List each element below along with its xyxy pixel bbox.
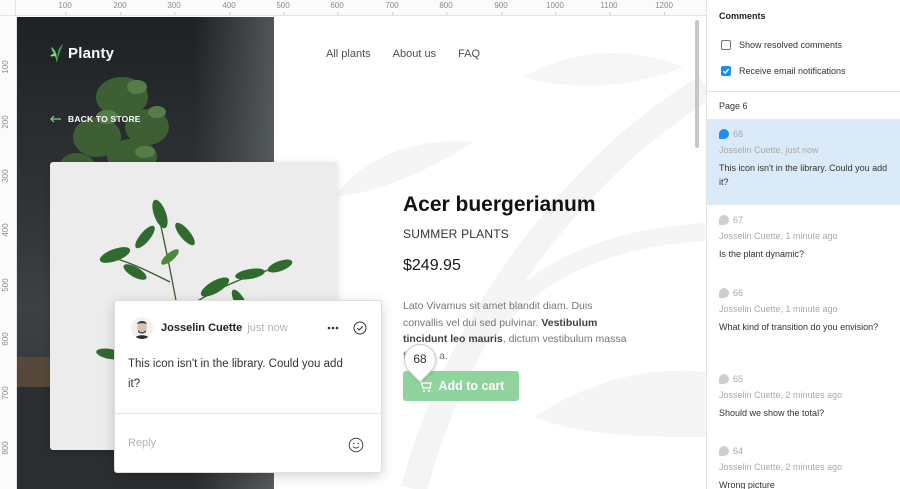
product-price: $249.95: [403, 257, 461, 274]
ruler-tick: 200: [1, 115, 10, 129]
comment-bubble-icon: [719, 374, 729, 384]
comment-meta: Josselin Cuette, 1 minute ago: [719, 231, 838, 241]
comment-number: 66: [733, 288, 744, 298]
comment-list-item[interactable]: 65 Josselin Cuette, 2 minutes ago Should…: [707, 364, 900, 421]
comment-text: Should we show the total?: [719, 408, 825, 418]
ruler-tick: 100: [1, 60, 10, 74]
ruler-tick: 800: [1, 441, 10, 455]
ruler-tick: 100: [58, 1, 72, 15]
canvas-scrollbar[interactable]: [695, 20, 699, 148]
comment-meta: Josselin Cuette, 1 minute ago: [719, 304, 838, 314]
comment-meta: Josselin Cuette, 2 minutes ago: [719, 390, 843, 400]
comment-list-item[interactable]: 66 Josselin Cuette, 1 minute ago What ki…: [707, 278, 900, 335]
divider: [115, 413, 381, 414]
comment-bubble-icon: [719, 288, 729, 298]
resolve-check-icon[interactable]: [353, 321, 367, 335]
comment-text: Is the plant dynamic?: [719, 249, 805, 259]
arrow-left-icon: [50, 115, 61, 123]
emoji-button[interactable]: [348, 437, 364, 458]
product-description: Lato Vivamus sit amet blandit diam. Duis…: [403, 298, 635, 364]
ruler-tick: 600: [330, 1, 344, 15]
back-to-store-label: BACK TO STORE: [68, 114, 141, 124]
nav-about-us[interactable]: About us: [393, 48, 436, 60]
comment-number: 67: [733, 215, 744, 225]
smiley-icon: [348, 437, 364, 453]
show-resolved-label: Show resolved comments: [739, 40, 843, 50]
nav-all-plants[interactable]: All plants: [326, 48, 371, 60]
ruler-tick: 300: [167, 1, 181, 15]
email-notifications-label: Receive email notifications: [739, 66, 846, 76]
ruler-tick: 1100: [600, 1, 618, 15]
divider: [707, 91, 900, 92]
checkmark-icon: [722, 68, 730, 75]
reply-input[interactable]: Reply: [128, 437, 156, 449]
comment-number: 65: [733, 374, 744, 384]
show-resolved-toggle[interactable]: Show resolved comments: [721, 40, 842, 50]
comment-meta: Josselin Cuette, just now: [719, 145, 819, 155]
checkbox-checked[interactable]: [721, 66, 731, 76]
avatar: [131, 317, 153, 339]
ruler-tick: 500: [276, 1, 290, 15]
ruler-corner: [0, 0, 16, 16]
comment-number: 68: [733, 129, 744, 139]
brand-name: Planty: [68, 44, 115, 62]
ruler-tick: 300: [1, 169, 10, 183]
ruler-tick: 700: [1, 386, 10, 400]
page-group-label: Page 6: [719, 101, 748, 111]
product-title: Acer buergerianum: [403, 193, 596, 216]
comment-text: What kind of transition do you envision?: [719, 322, 879, 332]
ruler-tick: 500: [1, 278, 10, 292]
more-options-icon[interactable]: [327, 326, 339, 330]
comment-list-item[interactable]: 67 Josselin Cuette, 1 minute ago Is the …: [707, 205, 900, 262]
comments-panel: Comments Show resolved comments Receive …: [706, 0, 900, 489]
leaf-logo-icon: [50, 44, 63, 63]
design-canvas[interactable]: Planty BACK TO STORE All plants About us…: [17, 17, 706, 489]
checkbox-unchecked[interactable]: [721, 40, 731, 50]
vertical-ruler: 100 200 300 400 500 600 700 800: [0, 16, 17, 489]
top-navigation: All plants About us FAQ: [326, 48, 480, 60]
comment-popup: Josselin Cuette just now This icon isn't…: [114, 300, 382, 473]
comment-meta: Josselin Cuette, 2 minutes ago: [719, 462, 843, 472]
panel-title: Comments: [719, 11, 766, 21]
ruler-tick: 1200: [655, 1, 673, 15]
back-to-store-link[interactable]: BACK TO STORE: [50, 114, 141, 124]
ruler-tick: 600: [1, 332, 10, 346]
comment-bubble-icon: [719, 215, 729, 225]
brand-logo[interactable]: Planty: [50, 42, 114, 64]
ruler-tick: 400: [1, 223, 10, 237]
comment-bubble-icon: [719, 446, 729, 456]
comment-time: just now: [247, 322, 288, 334]
ruler-tick: 1000: [546, 1, 564, 15]
comment-text: This icon isn't in the library. Could yo…: [128, 358, 343, 390]
ruler-tick: 200: [113, 1, 127, 15]
comment-text: This icon isn't in the library. Could yo…: [719, 163, 888, 187]
ruler-tick: 800: [439, 1, 453, 15]
comment-pin-number[interactable]: 68: [404, 352, 436, 366]
ruler-tick: 400: [222, 1, 236, 15]
comment-list-item[interactable]: 68 Josselin Cuette, just now This icon i…: [707, 119, 900, 205]
comment-bubble-icon: [719, 129, 729, 139]
comment-text: Wrong picture: [719, 480, 775, 489]
comment-list-item[interactable]: 64 Josselin Cuette, 2 minutes ago Wrong …: [707, 436, 900, 489]
comment-number: 64: [733, 446, 744, 456]
product-subtitle: SUMMER PLANTS: [403, 227, 509, 241]
ruler-tick: 700: [385, 1, 399, 15]
comment-author: Josselin Cuette: [161, 322, 243, 334]
ruler-tick: 900: [494, 1, 508, 15]
horizontal-ruler: 100 200 300 400 500 600 700 800 900 1000…: [0, 0, 706, 16]
nav-faq[interactable]: FAQ: [458, 48, 480, 60]
email-notifications-toggle[interactable]: Receive email notifications: [721, 66, 846, 76]
user-portrait-icon: [134, 321, 150, 339]
add-to-cart-label: Add to cart: [438, 379, 505, 393]
